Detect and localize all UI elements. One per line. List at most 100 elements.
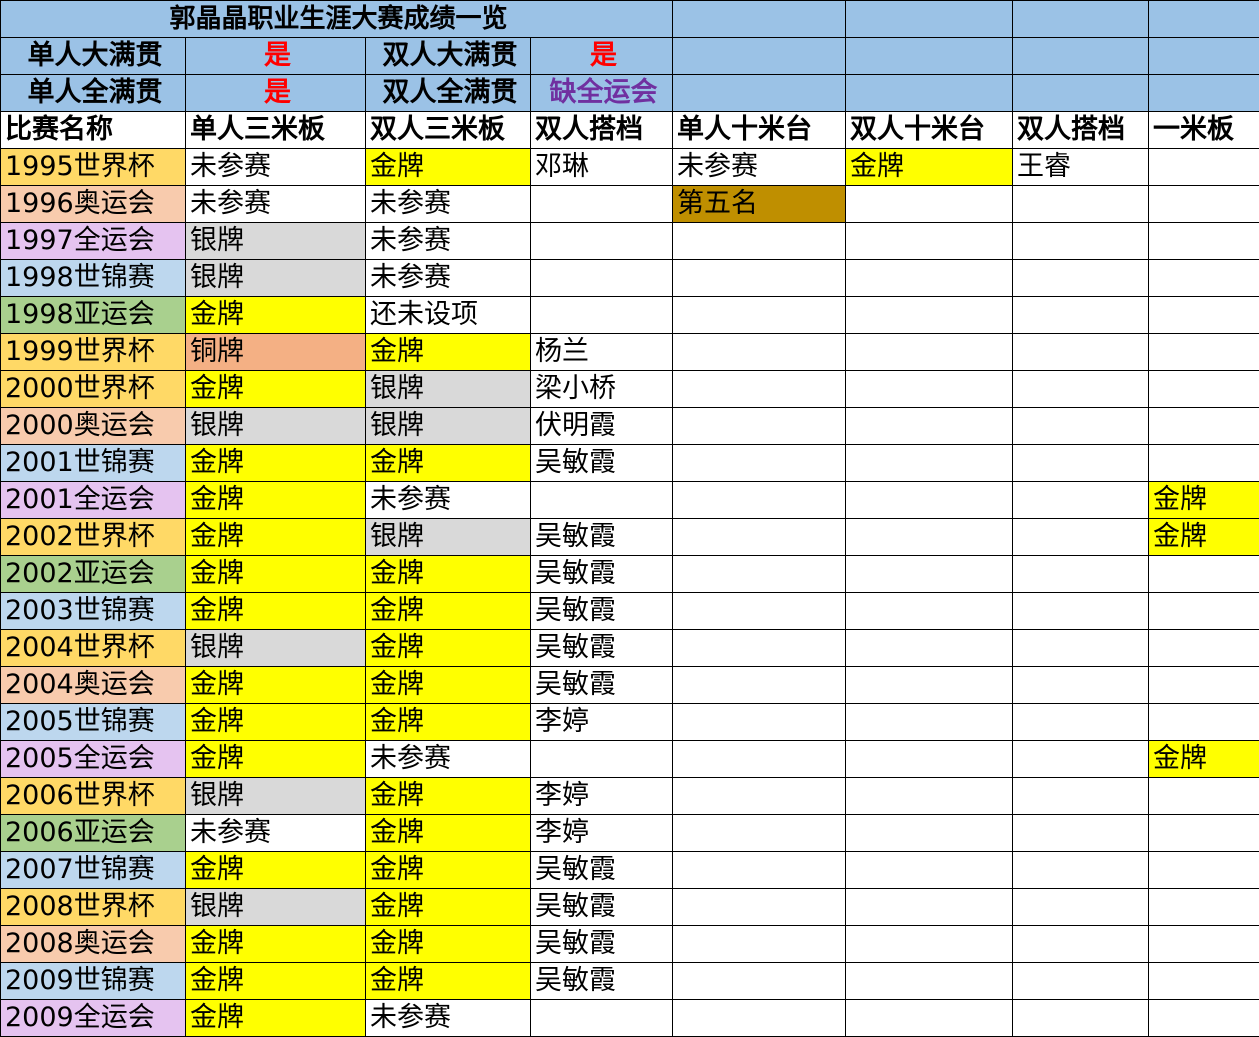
empty-cell[interactable]: [845, 37, 1014, 75]
result-cell[interactable]: 银牌: [185, 259, 366, 297]
result-cell[interactable]: [1148, 296, 1259, 334]
result-cell[interactable]: 金牌: [365, 333, 531, 371]
result-cell[interactable]: [1148, 703, 1259, 741]
result-cell[interactable]: 金牌: [185, 999, 366, 1037]
column-header[interactable]: 双人十米台: [845, 111, 1014, 149]
result-cell[interactable]: [672, 481, 847, 519]
result-cell[interactable]: 银牌: [185, 222, 366, 260]
event-name-cell[interactable]: 2002世界杯: [0, 518, 186, 556]
result-cell[interactable]: 银牌: [185, 888, 366, 926]
result-cell[interactable]: 金牌: [365, 555, 531, 593]
column-header[interactable]: 双人搭档: [529, 111, 674, 149]
result-cell[interactable]: [845, 888, 1014, 926]
partner-cell[interactable]: [1012, 999, 1150, 1037]
partner-cell[interactable]: 邓琳: [529, 148, 674, 186]
result-cell[interactable]: [672, 333, 847, 371]
result-cell[interactable]: 未参赛: [365, 185, 531, 223]
summary-value[interactable]: 缺全运会: [529, 74, 674, 112]
event-name-cell[interactable]: 2001全运会: [0, 481, 186, 519]
summary-value[interactable]: 是: [529, 37, 674, 75]
result-cell[interactable]: [845, 666, 1014, 704]
empty-cell[interactable]: [1148, 37, 1259, 75]
column-header[interactable]: 一米板: [1148, 111, 1259, 149]
partner-cell[interactable]: [1012, 666, 1150, 704]
result-cell[interactable]: [1148, 777, 1259, 815]
result-cell[interactable]: 金牌: [365, 592, 531, 630]
column-header[interactable]: 双人搭档: [1012, 111, 1150, 149]
result-cell[interactable]: [672, 518, 847, 556]
result-cell[interactable]: [845, 703, 1014, 741]
partner-cell[interactable]: 杨兰: [529, 333, 674, 371]
result-cell[interactable]: [1148, 259, 1259, 297]
result-cell[interactable]: [1148, 666, 1259, 704]
result-cell[interactable]: [672, 814, 847, 852]
result-cell[interactable]: [845, 481, 1014, 519]
result-cell[interactable]: [1148, 925, 1259, 963]
result-cell[interactable]: [845, 555, 1014, 593]
partner-cell[interactable]: [1012, 370, 1150, 408]
partner-cell[interactable]: [1012, 222, 1150, 260]
result-cell[interactable]: 未参赛: [365, 999, 531, 1037]
partner-cell[interactable]: [1012, 407, 1150, 445]
result-cell[interactable]: [672, 703, 847, 741]
partner-cell[interactable]: [529, 481, 674, 519]
result-cell[interactable]: [672, 296, 847, 334]
partner-cell[interactable]: 吴敏霞: [529, 666, 674, 704]
result-cell[interactable]: [672, 629, 847, 667]
result-cell[interactable]: [845, 740, 1014, 778]
empty-cell[interactable]: [672, 0, 847, 38]
event-name-cell[interactable]: 2000世界杯: [0, 370, 186, 408]
result-cell[interactable]: [672, 888, 847, 926]
result-cell[interactable]: 金牌: [185, 740, 366, 778]
result-cell[interactable]: [1148, 999, 1259, 1037]
summary-label[interactable]: 双人大满贯: [365, 37, 531, 75]
result-cell[interactable]: 金牌: [365, 444, 531, 482]
partner-cell[interactable]: 吴敏霞: [529, 592, 674, 630]
result-cell[interactable]: 还未设项: [365, 296, 531, 334]
result-cell[interactable]: 金牌: [185, 444, 366, 482]
event-name-cell[interactable]: 2001世锦赛: [0, 444, 186, 482]
partner-cell[interactable]: 吴敏霞: [529, 888, 674, 926]
result-cell[interactable]: [845, 925, 1014, 963]
result-cell[interactable]: [672, 407, 847, 445]
summary-label[interactable]: 双人全满贯: [365, 74, 531, 112]
event-name-cell[interactable]: 1996奥运会: [0, 185, 186, 223]
partner-cell[interactable]: 吴敏霞: [529, 925, 674, 963]
partner-cell[interactable]: [1012, 740, 1150, 778]
result-cell[interactable]: [672, 962, 847, 1000]
result-cell[interactable]: 金牌: [185, 666, 366, 704]
event-name-cell[interactable]: 1997全运会: [0, 222, 186, 260]
event-name-cell[interactable]: 2007世锦赛: [0, 851, 186, 889]
partner-cell[interactable]: [1012, 518, 1150, 556]
result-cell[interactable]: [845, 814, 1014, 852]
partner-cell[interactable]: [529, 185, 674, 223]
result-cell[interactable]: [845, 222, 1014, 260]
result-cell[interactable]: [1148, 888, 1259, 926]
result-cell[interactable]: [845, 962, 1014, 1000]
partner-cell[interactable]: 伏明霞: [529, 407, 674, 445]
result-cell[interactable]: [845, 851, 1014, 889]
empty-cell[interactable]: [845, 74, 1014, 112]
partner-cell[interactable]: [1012, 888, 1150, 926]
result-cell[interactable]: 金牌: [185, 851, 366, 889]
result-cell[interactable]: 未参赛: [185, 148, 366, 186]
partner-cell[interactable]: 吴敏霞: [529, 851, 674, 889]
result-cell[interactable]: 铜牌: [185, 333, 366, 371]
event-name-cell[interactable]: 2006世界杯: [0, 777, 186, 815]
result-cell[interactable]: 未参赛: [365, 259, 531, 297]
result-cell[interactable]: 金牌: [365, 962, 531, 1000]
result-cell[interactable]: [1148, 555, 1259, 593]
sheet-title[interactable]: 郭晶晶职业生涯大赛成绩一览: [0, 0, 674, 38]
result-cell[interactable]: 金牌: [185, 555, 366, 593]
column-header[interactable]: 单人三米板: [185, 111, 366, 149]
event-name-cell[interactable]: 2009世锦赛: [0, 962, 186, 1000]
empty-cell[interactable]: [1012, 37, 1150, 75]
result-cell[interactable]: 银牌: [365, 370, 531, 408]
result-cell[interactable]: 未参赛: [672, 148, 847, 186]
partner-cell[interactable]: [1012, 592, 1150, 630]
result-cell[interactable]: 金牌: [185, 481, 366, 519]
result-cell[interactable]: 金牌: [365, 814, 531, 852]
result-cell[interactable]: [845, 370, 1014, 408]
result-cell[interactable]: [845, 259, 1014, 297]
result-cell[interactable]: [1148, 629, 1259, 667]
